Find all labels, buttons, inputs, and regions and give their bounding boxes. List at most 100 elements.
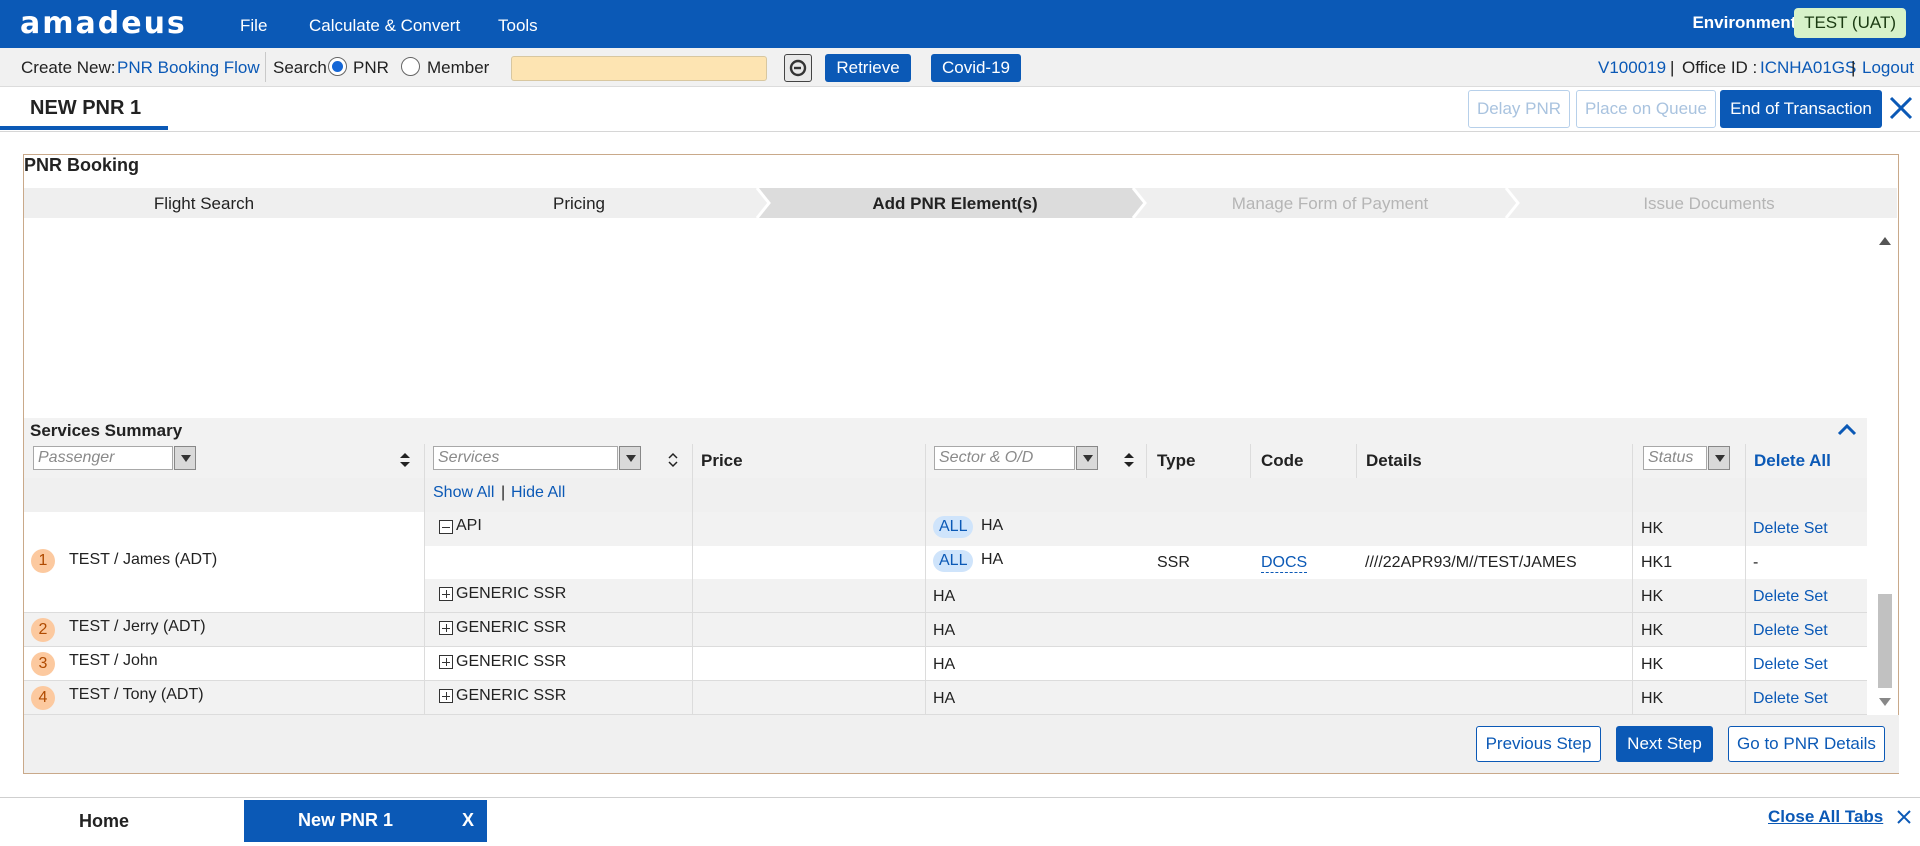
retrieve-button[interactable]: Retrieve: [825, 54, 911, 82]
divider: [265, 52, 266, 82]
divider: [1250, 444, 1251, 478]
divider: [24, 612, 1867, 613]
sort-icon[interactable]: [399, 452, 411, 468]
sector-value: HA: [933, 656, 956, 673]
hide-all-link[interactable]: Hide All: [511, 484, 565, 502]
service-name: GENERIC SSR: [456, 585, 567, 602]
close-all-icon[interactable]: [1896, 809, 1912, 825]
radio-member[interactable]: [401, 57, 420, 76]
expand-row-icon[interactable]: [439, 689, 453, 703]
expand-row-icon[interactable]: [439, 655, 453, 669]
menu-file[interactable]: File: [240, 16, 267, 36]
office-id-link[interactable]: ICNHA01GS: [1760, 58, 1856, 78]
details-header: Details: [1366, 451, 1422, 470]
divider: [1146, 444, 1147, 478]
passenger-number-badge: 1: [31, 549, 55, 573]
services-filter[interactable]: Services: [433, 446, 618, 470]
show-all-link[interactable]: Show All: [433, 484, 494, 502]
passenger-number-badge: 4: [31, 686, 55, 710]
code-docs-link[interactable]: DOCS: [1261, 554, 1308, 573]
sector-filter[interactable]: Sector & O/D: [934, 446, 1075, 470]
scroll-thumb[interactable]: [1878, 594, 1892, 688]
status-value: HK: [1641, 622, 1664, 639]
services-summary-header: [24, 418, 1867, 444]
sector-dropdown[interactable]: [1076, 446, 1098, 470]
end-of-transaction-button[interactable]: End of Transaction: [1720, 90, 1882, 128]
close-icon: [1889, 96, 1913, 120]
delete-set-link[interactable]: Delete Set: [1753, 622, 1828, 640]
status-value: HK1: [1641, 554, 1673, 571]
close-tab-button[interactable]: X: [462, 810, 474, 831]
code-header: Code: [1261, 451, 1304, 470]
covid-19-button[interactable]: Covid-19: [931, 54, 1021, 82]
sort-icon[interactable]: [1123, 452, 1135, 468]
delete-set-link[interactable]: Delete Set: [1753, 520, 1828, 538]
user-id-link[interactable]: V100019: [1598, 58, 1666, 78]
close-all-tabs-link[interactable]: Close All Tabs: [1768, 807, 1883, 827]
collapse-icon[interactable]: [1836, 421, 1858, 437]
passenger-filter[interactable]: Passenger: [33, 446, 173, 470]
step-pricing[interactable]: Pricing: [394, 194, 764, 214]
separator: |: [501, 484, 506, 501]
divider: [0, 131, 1920, 132]
passenger-dropdown[interactable]: [174, 446, 196, 470]
search-label: Search: [273, 58, 327, 77]
go-to-pnr-details-button[interactable]: Go to PNR Details: [1728, 726, 1885, 762]
sort-icon[interactable]: [667, 452, 679, 468]
environment-label: Environment:: [1692, 13, 1802, 32]
previous-step-button[interactable]: Previous Step: [1476, 726, 1601, 762]
collapse-row-icon[interactable]: [439, 520, 453, 534]
search-input[interactable]: [511, 56, 767, 81]
passenger-name: TEST / James (ADT): [69, 551, 218, 568]
divider: [925, 444, 926, 715]
radio-pnr[interactable]: [328, 57, 347, 76]
tab-home[interactable]: Home: [0, 800, 208, 842]
service-name: GENERIC SSR: [456, 687, 567, 704]
type-header: Type: [1157, 451, 1196, 470]
tab-new-pnr[interactable]: New PNR 1 X: [244, 800, 487, 842]
expand-row-icon[interactable]: [439, 587, 453, 601]
place-on-queue-button[interactable]: Place on Queue: [1576, 90, 1716, 128]
delay-pnr-button[interactable]: Delay PNR: [1468, 90, 1570, 128]
delete-set-link[interactable]: Delete Set: [1753, 690, 1828, 708]
step-issue-documents: Issue Documents: [1643, 194, 1775, 213]
sector-value: HA: [933, 622, 956, 639]
scroll-up-icon[interactable]: [1878, 236, 1892, 246]
tab-new-pnr-label: New PNR 1: [298, 810, 394, 830]
close-pnr-button[interactable]: [1888, 92, 1914, 124]
step-manage-form-of-payment: Manage Form of Payment: [1231, 194, 1429, 213]
type-value: SSR: [1157, 554, 1190, 571]
divider: [1745, 444, 1746, 715]
divider: [24, 646, 1867, 647]
step-add-pnr-elements[interactable]: Add PNR Element(s): [770, 194, 1140, 214]
pnr-tab-title[interactable]: NEW PNR 1: [30, 97, 141, 120]
menu-calculate-convert[interactable]: Calculate & Convert: [309, 16, 460, 36]
divider: [424, 444, 425, 715]
show-hide-row: [24, 478, 1867, 512]
radio-pnr-label: PNR: [353, 58, 389, 77]
passenger-number-badge: 3: [31, 652, 55, 676]
scroll-down-icon[interactable]: [1878, 697, 1892, 707]
services-dropdown[interactable]: [619, 446, 641, 470]
delete-set-link[interactable]: Delete Set: [1753, 656, 1828, 674]
status-value: HK: [1641, 656, 1664, 673]
all-badge: ALL: [933, 550, 974, 572]
top-bar: [0, 0, 1920, 48]
menu-tools[interactable]: Tools: [498, 16, 538, 36]
delete-set-link[interactable]: Delete Set: [1753, 588, 1828, 606]
expand-row-icon[interactable]: [439, 621, 453, 635]
status-value: HK: [1641, 520, 1664, 537]
amadeus-logo: amadeus: [20, 6, 187, 41]
next-step-button[interactable]: Next Step: [1616, 726, 1713, 762]
status-filter[interactable]: Status: [1643, 446, 1707, 470]
delete-all-link[interactable]: Delete All: [1754, 451, 1831, 471]
pnr-booking-flow-link[interactable]: PNR Booking Flow: [117, 58, 260, 78]
step-flight-search[interactable]: Flight Search: [24, 194, 384, 214]
status-value: HK: [1641, 690, 1664, 707]
status-dropdown[interactable]: [1708, 446, 1730, 470]
environment-badge: TEST (UAT): [1794, 8, 1906, 38]
sector-value: HA: [981, 517, 1004, 534]
logout-link[interactable]: Logout: [1862, 58, 1914, 78]
retrieve-icon[interactable]: [784, 54, 812, 82]
action-value: -: [1753, 554, 1759, 571]
